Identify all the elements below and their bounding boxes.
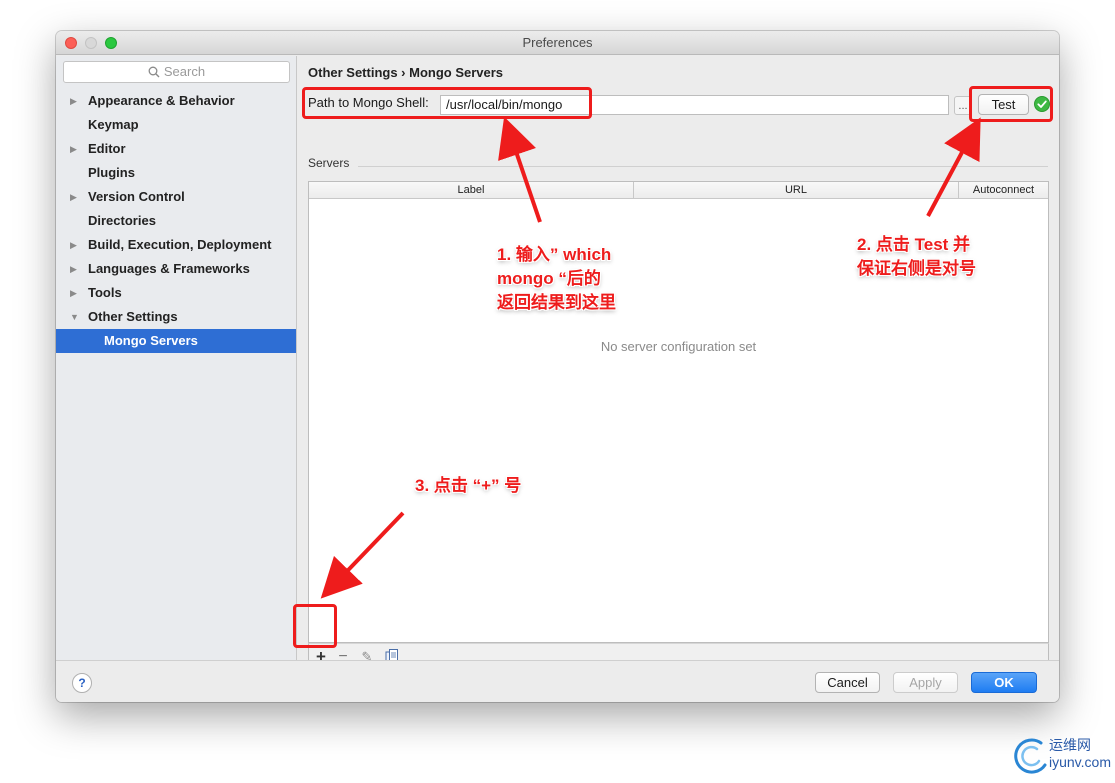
watermark-logo-icon bbox=[1014, 738, 1047, 774]
ok-button[interactable]: OK bbox=[971, 672, 1037, 693]
watermark-url: iyunv.com bbox=[1049, 754, 1111, 770]
empty-table-message: No server configuration set bbox=[600, 339, 757, 354]
sidebar-item-label: Plugins bbox=[88, 165, 135, 180]
maximize-window-button[interactable] bbox=[105, 37, 117, 49]
sidebar-item-label: Build, Execution, Deployment bbox=[88, 237, 272, 252]
sidebar-item-appearance-behavior[interactable]: ▶ Appearance & Behavior bbox=[56, 89, 296, 113]
preferences-window: Preferences Search ▶ Appearance & Behavi… bbox=[56, 31, 1059, 702]
sidebar-item-directories[interactable]: Directories bbox=[56, 209, 296, 233]
breadcrumb: Other Settings › Mongo Servers bbox=[308, 65, 504, 80]
annotation-box-add bbox=[293, 604, 337, 648]
table-header: Label URL Autoconnect bbox=[309, 182, 1048, 199]
sidebar-item-keymap[interactable]: Keymap bbox=[56, 113, 296, 137]
sidebar-item-label: Directories bbox=[88, 213, 156, 228]
servers-section-label: Servers bbox=[308, 156, 350, 170]
section-divider bbox=[358, 166, 1048, 167]
annotation-note-1-line-2: mongo “后的 bbox=[497, 269, 601, 288]
sidebar-item-build-execution-deployment[interactable]: ▶ Build, Execution, Deployment bbox=[56, 233, 296, 257]
expand-arrow-icon[interactable]: ▶ bbox=[70, 257, 77, 281]
sidebar-item-label: Other Settings bbox=[88, 309, 178, 324]
column-header-autoconnect[interactable]: Autoconnect bbox=[959, 182, 1048, 199]
sidebar-item-label: Keymap bbox=[88, 117, 139, 132]
expand-arrow-icon[interactable]: ▶ bbox=[70, 137, 77, 161]
expand-arrow-icon[interactable]: ▶ bbox=[70, 185, 77, 209]
sidebar-item-mongo-servers[interactable]: Mongo Servers bbox=[56, 329, 296, 353]
annotation-note-2-line-2: 保证右侧是对号 bbox=[857, 259, 976, 278]
close-window-button[interactable] bbox=[65, 37, 77, 49]
annotation-note-2: 2. 点击 Test 并 保证右侧是对号 bbox=[857, 233, 976, 281]
sidebar-item-label: Appearance & Behavior bbox=[88, 93, 235, 108]
sidebar-item-label: Tools bbox=[88, 285, 122, 300]
sidebar-item-other-settings[interactable]: ▼ Other Settings bbox=[56, 305, 296, 329]
sidebar-item-tools[interactable]: ▶ Tools bbox=[56, 281, 296, 305]
watermark: 运维网 iyunv.com bbox=[1049, 737, 1111, 771]
expand-arrow-icon[interactable]: ▶ bbox=[70, 233, 77, 257]
annotation-note-3: 3. 点击 “+” 号 bbox=[415, 476, 522, 495]
search-icon bbox=[148, 66, 160, 78]
settings-panel: Other Settings › Mongo Servers Path to M… bbox=[298, 56, 1059, 670]
expand-arrow-icon[interactable]: ▶ bbox=[70, 281, 77, 305]
search-placeholder: Search bbox=[163, 64, 206, 79]
expand-arrow-icon[interactable]: ▶ bbox=[70, 89, 77, 113]
title-bar: Preferences bbox=[56, 31, 1059, 55]
annotation-note-2-line-1: 2. 点击 Test 并 bbox=[857, 235, 971, 254]
sidebar-item-label: Editor bbox=[88, 141, 126, 156]
sidebar-item-label: Languages & Frameworks bbox=[88, 261, 250, 276]
sidebar-item-plugins[interactable]: Plugins bbox=[56, 161, 296, 185]
sidebar-item-version-control[interactable]: ▶ Version Control bbox=[56, 185, 296, 209]
sidebar: Search ▶ Appearance & Behavior Keymap ▶ … bbox=[56, 56, 297, 660]
sidebar-item-label: Version Control bbox=[88, 189, 185, 204]
annotation-note-1-line-3: 返回结果到这里 bbox=[497, 293, 616, 312]
minimize-window-button[interactable] bbox=[85, 37, 97, 49]
annotation-note-1: 1. 输入” which mongo “后的 返回结果到这里 bbox=[497, 243, 616, 315]
column-header-url[interactable]: URL bbox=[634, 182, 959, 199]
column-header-label[interactable]: Label bbox=[309, 182, 634, 199]
window-title: Preferences bbox=[522, 35, 593, 50]
help-button[interactable]: ? bbox=[72, 673, 92, 693]
sidebar-item-languages-frameworks[interactable]: ▶ Languages & Frameworks bbox=[56, 257, 296, 281]
collapse-arrow-icon[interactable]: ▼ bbox=[70, 305, 79, 329]
annotation-box-test bbox=[969, 86, 1053, 122]
watermark-name: 运维网 bbox=[1049, 737, 1091, 753]
search-input[interactable]: Search bbox=[63, 61, 290, 83]
annotation-box-path bbox=[302, 87, 592, 119]
sidebar-item-editor[interactable]: ▶ Editor bbox=[56, 137, 296, 161]
dialog-footer: ? Cancel Apply OK bbox=[56, 660, 1059, 702]
cancel-button[interactable]: Cancel bbox=[815, 672, 880, 693]
annotation-note-1-line-1: 1. 输入” which bbox=[497, 245, 612, 264]
sidebar-item-label: Mongo Servers bbox=[104, 333, 198, 348]
apply-button[interactable]: Apply bbox=[893, 672, 958, 693]
